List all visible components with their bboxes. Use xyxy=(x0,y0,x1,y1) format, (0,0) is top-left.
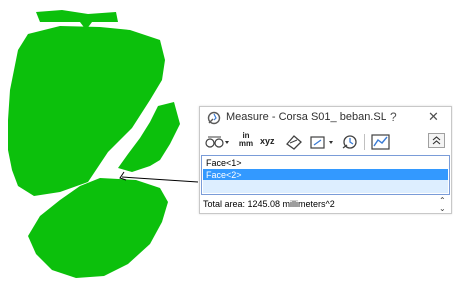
projection-icon[interactable] xyxy=(308,132,336,152)
selection-empty-row[interactable] xyxy=(203,180,448,193)
result-text: Total area: 1245.08 millimeters^2 xyxy=(203,199,335,209)
measure-icon xyxy=(207,111,221,125)
xyz-label: xyz xyxy=(260,136,275,146)
scroll-down-icon[interactable]: ⌄ xyxy=(439,205,448,213)
units-label-mm: mm xyxy=(238,139,254,148)
measure-toolbar: in mm xyz xyxy=(200,129,451,155)
measure-leader-tick xyxy=(119,171,127,181)
units-precision-button[interactable]: in mm xyxy=(236,132,256,152)
measure-dialog[interactable]: Measure - Corsa S01_ beban.SL... ? ✕ in … xyxy=(199,106,452,214)
close-button[interactable]: ✕ xyxy=(428,109,439,125)
show-xyz-button[interactable]: xyz xyxy=(260,132,282,152)
arc-options-icon[interactable] xyxy=(204,132,230,152)
selection-item-face1[interactable]: Face<1> xyxy=(203,157,448,169)
dialog-titlebar[interactable]: Measure - Corsa S01_ beban.SL... ? ✕ xyxy=(200,107,451,129)
dialog-title: Measure - Corsa S01_ beban.SL... xyxy=(226,111,386,123)
chevron-up-icon xyxy=(432,136,441,145)
toolbar-separator xyxy=(364,134,365,150)
part-face-upper[interactable] xyxy=(8,26,165,196)
selection-list[interactable]: Face<1> Face<2> xyxy=(201,155,450,195)
result-scroll[interactable]: ⌃ ⌄ xyxy=(439,197,448,213)
history-icon[interactable] xyxy=(340,132,360,152)
point-to-point-icon[interactable] xyxy=(284,132,304,152)
collapse-button[interactable] xyxy=(428,133,445,148)
help-button[interactable]: ? xyxy=(390,110,397,124)
sensor-icon[interactable] xyxy=(370,132,392,152)
